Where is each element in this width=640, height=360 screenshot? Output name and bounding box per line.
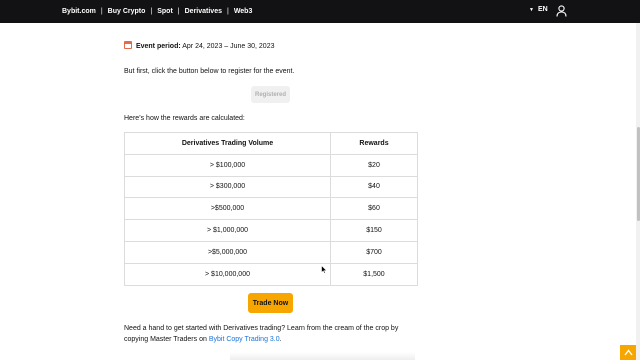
volume-cell: >$5,000,000: [124, 240, 331, 264]
back-to-top-button[interactable]: [620, 345, 636, 360]
reward-cell: $700: [330, 240, 418, 264]
event-period-dates: Apr 24, 2023 – June 30, 2023: [182, 43, 275, 50]
caret-down-icon: ▼: [529, 6, 534, 13]
event-period: Event period: Apr 24, 2023 – June 30, 20…: [124, 41, 275, 50]
mouse-cursor-icon: [321, 265, 327, 274]
table-row: >$500,000 $60: [124, 197, 418, 221]
register-instructions: But first, click the button below to reg…: [124, 68, 295, 75]
volume-cell: > $300,000: [124, 175, 331, 199]
reward-cell: $1,500: [330, 262, 418, 286]
registered-button[interactable]: Registered: [251, 86, 290, 103]
table-row: > $1,000,000 $150: [124, 219, 418, 242]
column-header-volume: Derivatives Trading Volume: [124, 132, 331, 155]
table-row: > $300,000 $40: [124, 175, 418, 199]
volume-cell: > $1,000,000: [124, 219, 331, 242]
nav-separator: |: [226, 8, 229, 15]
volume-cell: > $100,000: [124, 153, 331, 177]
next-section-edge: [230, 352, 415, 360]
nav-link-bybit-com[interactable]: Bybit.com: [62, 8, 96, 15]
copy-trading-link[interactable]: Bybit Copy Trading 3.0: [209, 336, 280, 343]
reward-cell: $150: [330, 219, 418, 242]
table-row: > $10,000,000 $1,500: [124, 262, 418, 286]
nav-separator: |: [150, 8, 153, 15]
reward-cell: $20: [330, 153, 418, 177]
table-row: > $100,000 $20: [124, 153, 418, 177]
calendar-icon: [124, 41, 132, 49]
copy-trading-paragraph: Need a hand to get started with Derivati…: [124, 323, 414, 345]
copy-trading-text-end: .: [279, 336, 282, 343]
user-icon[interactable]: [556, 5, 567, 17]
language-selector[interactable]: ▼ EN: [529, 6, 548, 13]
nav-separator: |: [100, 8, 103, 15]
table-header-row: Derivatives Trading Volume Rewards: [124, 132, 418, 155]
nav-separator: |: [177, 8, 180, 15]
top-nav-links: Bybit.com | Buy Crypto | Spot | Derivati…: [62, 0, 252, 23]
reward-cell: $40: [330, 175, 418, 199]
nav-link-buy-crypto[interactable]: Buy Crypto: [108, 8, 146, 15]
rewards-calc-heading: Here’s how the rewards are calculated:: [124, 115, 245, 122]
event-period-label: Event period:: [135, 43, 181, 50]
column-header-rewards: Rewards: [330, 132, 418, 155]
reward-cell: $60: [330, 197, 418, 221]
nav-link-derivatives[interactable]: Derivatives: [185, 8, 222, 15]
trade-now-button[interactable]: Trade Now: [248, 293, 293, 313]
table-row: >$5,000,000 $700: [124, 240, 418, 264]
volume-cell: >$500,000: [124, 197, 331, 221]
chevron-up-icon: [623, 349, 633, 356]
nav-link-web3[interactable]: Web3: [234, 8, 253, 15]
top-navigation-bar: Bybit.com | Buy Crypto | Spot | Derivati…: [0, 0, 640, 23]
volume-cell: > $10,000,000: [124, 262, 331, 286]
rewards-table: Derivatives Trading Volume Rewards > $10…: [124, 132, 418, 286]
nav-link-spot[interactable]: Spot: [157, 8, 173, 15]
language-label: EN: [537, 6, 548, 13]
